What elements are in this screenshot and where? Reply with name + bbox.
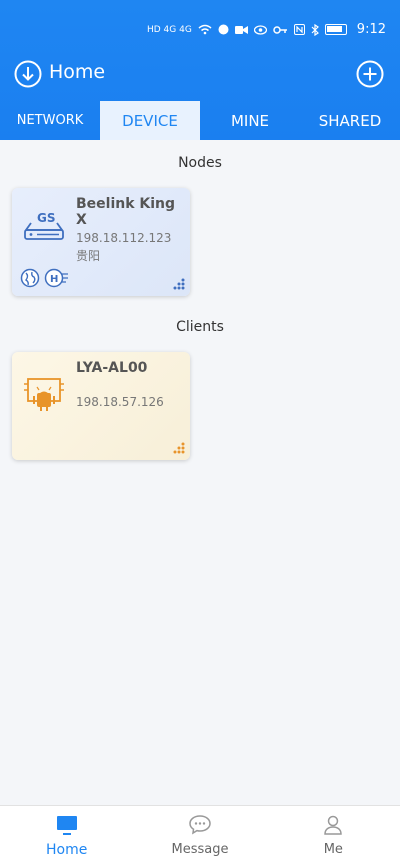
svg-text:GS: GS — [37, 211, 56, 225]
globe-icon — [20, 268, 40, 288]
client-name: LYA-AL00 — [76, 360, 148, 376]
nav-home-label: Home — [45, 842, 88, 858]
nav-me-label: Me — [323, 842, 343, 857]
network-indicators: HD 4G 4G — [146, 24, 192, 35]
http-badge-icon: H — [44, 268, 68, 288]
nodes-heading: Nodes — [178, 155, 222, 171]
node-name: Beelink King X — [76, 196, 176, 228]
svg-text:H: H — [50, 274, 58, 285]
nfc-icon — [293, 24, 305, 35]
signal-dots-icon — [173, 442, 185, 454]
location-icon — [218, 24, 229, 35]
top-app-bar: HD 4G 4G 9:12 Home NETWORK DEVICE MINE S… — [0, 0, 400, 140]
status-time: 9:12 — [356, 22, 386, 37]
tab-network[interactable]: NETWORK — [0, 101, 100, 140]
chat-bubble-icon — [189, 815, 211, 835]
clients-heading: Clients — [176, 319, 224, 335]
client-card[interactable]: LYA-AL00 198.18.57.126 — [12, 352, 190, 460]
router-gs-icon: GS — [24, 211, 64, 240]
person-icon — [324, 815, 343, 835]
node-badges: H — [20, 268, 70, 288]
add-icon[interactable] — [356, 60, 384, 88]
tab-shared[interactable]: SHARED — [300, 101, 400, 140]
title-row: Home — [0, 56, 400, 96]
signal-dots-icon — [173, 278, 185, 290]
nav-message[interactable]: Message — [133, 806, 266, 868]
wifi-icon — [198, 24, 212, 35]
tab-bar: NETWORK DEVICE MINE SHARED — [0, 101, 400, 140]
battery-icon — [324, 24, 347, 35]
node-card[interactable]: GS Beelink King X 198.18.112.123 贵阳 H — [12, 188, 190, 296]
android-device-icon — [24, 378, 64, 411]
nav-message-label: Message — [171, 842, 229, 857]
status-bar: HD 4G 4G 9:12 — [0, 0, 400, 56]
monitor-icon — [56, 816, 77, 835]
video-icon — [234, 25, 248, 34]
key-icon — [273, 25, 287, 34]
tab-mine[interactable]: MINE — [200, 101, 300, 140]
nav-home[interactable]: Home — [0, 806, 133, 868]
client-ip: 198.18.57.126 — [76, 395, 164, 409]
tab-device[interactable]: DEVICE — [100, 101, 200, 140]
nav-me[interactable]: Me — [267, 806, 400, 868]
bluetooth-icon — [311, 23, 319, 36]
node-ip: 198.18.112.123 — [76, 231, 172, 245]
page-title: Home — [49, 61, 106, 83]
eye-icon — [253, 24, 267, 35]
download-icon[interactable] — [14, 60, 42, 88]
status-icons: HD 4G 4G 9:12 — [147, 22, 386, 37]
node-location: 贵阳 — [76, 249, 101, 263]
bottom-nav: Home Message Me — [0, 805, 400, 868]
